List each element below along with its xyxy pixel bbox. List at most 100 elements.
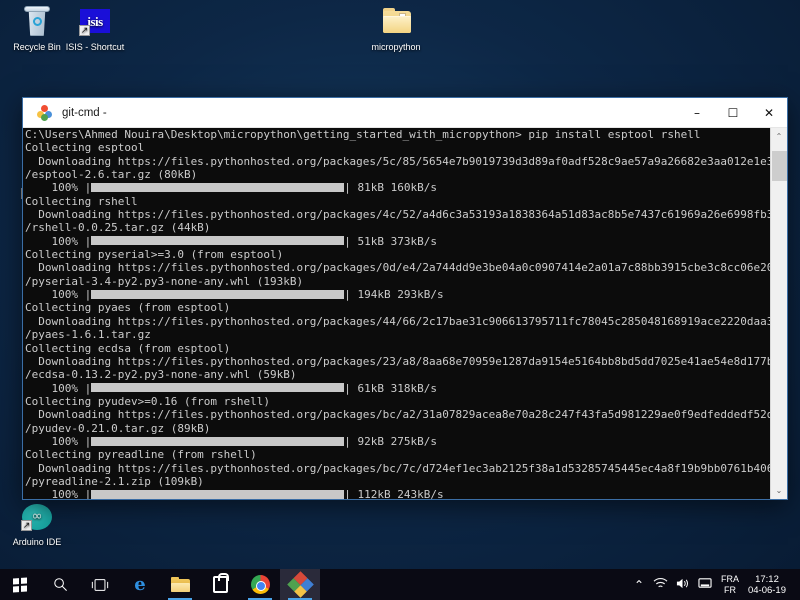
terminal-line: Collecting rshell bbox=[25, 194, 138, 208]
terminal-line: Downloading https://files.pythonhosted.o… bbox=[25, 461, 770, 475]
taskbar: e ⌃ FRA FR 17:12 04-06-19 bbox=[0, 569, 800, 600]
scrollbar-thumb[interactable] bbox=[771, 151, 787, 181]
recycle-bin-icon bbox=[20, 5, 54, 39]
progress-bar-fill bbox=[91, 236, 345, 246]
terminal-line: C:\Users\Ahmed Nouira\Desktop\micropytho… bbox=[25, 128, 701, 141]
tray-overflow-icon[interactable]: ⌃ bbox=[628, 578, 650, 592]
terminal-line: Collecting esptool bbox=[25, 141, 145, 155]
progress-percent-label: 100% | bbox=[25, 234, 92, 248]
scroll-down-arrow-icon[interactable]: ⌄ bbox=[770, 482, 787, 499]
clock[interactable]: 17:12 04-06-19 bbox=[748, 574, 792, 596]
terminal-line: Collecting pyudev>=0.16 (from rshell) bbox=[25, 394, 271, 408]
terminal-line: /ecdsa-0.13.2-py2.py3-none-any.whl (59kB… bbox=[25, 368, 297, 382]
shortcut-arrow-icon: ↗ bbox=[79, 25, 90, 36]
folder-icon bbox=[379, 5, 413, 39]
terminal-progress-line: 100% | | 81kB 160kB/s bbox=[25, 181, 770, 194]
windows-logo-icon bbox=[13, 577, 27, 592]
progress-bar-fill bbox=[91, 183, 345, 193]
terminal-line: /esptool-2.6.tar.gz (80kB) bbox=[25, 168, 198, 182]
terminal-line: Collecting pyaes (from esptool) bbox=[25, 301, 231, 315]
progress-bar-fill bbox=[91, 489, 345, 499]
terminal-area: C:\Users\Ahmed Nouira\Desktop\micropytho… bbox=[23, 128, 787, 499]
chrome-icon bbox=[250, 575, 270, 594]
terminal-progress-line: 100% | | 61kB 318kB/s bbox=[25, 382, 770, 395]
store-bag-icon bbox=[212, 573, 229, 593]
progress-bar-fill bbox=[91, 289, 345, 299]
progress-speed-label: | 194kB 293kB/s bbox=[344, 288, 444, 302]
clock-date: 04-06-19 bbox=[747, 584, 786, 596]
search-button[interactable] bbox=[40, 569, 80, 600]
folder-icon bbox=[170, 577, 190, 592]
clock-time: 17:12 bbox=[755, 573, 779, 585]
arduino-icon: ∞ ↗ bbox=[20, 500, 54, 534]
file-explorer-button[interactable] bbox=[160, 569, 200, 600]
git-icon bbox=[37, 104, 53, 121]
language-indicator[interactable]: FRA FR bbox=[716, 574, 748, 596]
terminal-line: Downloading https://files.pythonhosted.o… bbox=[25, 314, 770, 328]
maximize-button[interactable]: ☐ bbox=[715, 98, 751, 128]
window-title-bar[interactable]: git-cmd - – ☐ ✕ bbox=[23, 98, 787, 128]
terminal-line: /pyreadline-2.1.zip (109kB) bbox=[25, 474, 204, 488]
minimize-button[interactable]: – bbox=[679, 98, 715, 128]
edge-button[interactable]: e bbox=[120, 569, 160, 600]
git-cmd-icon bbox=[286, 571, 314, 598]
language-secondary: FR bbox=[723, 584, 736, 595]
terminal-progress-line: 100% | | 112kB 243kB/s bbox=[25, 488, 770, 499]
progress-percent-label: 100% | bbox=[25, 434, 92, 448]
terminal-line: Downloading https://files.pythonhosted.o… bbox=[25, 408, 770, 422]
progress-speed-label: | 61kB 318kB/s bbox=[344, 381, 437, 395]
shortcut-arrow-icon: ↗ bbox=[21, 520, 32, 531]
action-center-icon[interactable] bbox=[694, 577, 716, 593]
window-title: git-cmd - bbox=[62, 106, 107, 119]
search-icon bbox=[53, 578, 67, 591]
volume-icon[interactable] bbox=[672, 577, 694, 593]
terminal-line: Downloading https://files.pythonhosted.o… bbox=[25, 261, 770, 275]
terminal-line: Downloading https://files.pythonhosted.o… bbox=[25, 208, 770, 222]
edge-icon: e bbox=[134, 573, 146, 595]
terminal-line: Collecting pyserial>=3.0 (from esptool) bbox=[25, 248, 284, 262]
terminal-line: Downloading https://files.pythonhosted.o… bbox=[25, 154, 770, 168]
scrollbar-track[interactable] bbox=[770, 145, 787, 482]
terminal-progress-line: 100% | | 51kB 373kB/s bbox=[25, 235, 770, 248]
chrome-button[interactable] bbox=[240, 569, 280, 600]
git-cmd-window[interactable]: git-cmd - – ☐ ✕ C:\Users\Ahmed Nouira\De… bbox=[22, 97, 788, 500]
task-view-button[interactable] bbox=[80, 569, 120, 600]
desktop: ↗ Movi Su claps Movi Suit Recycle Bin is… bbox=[0, 0, 800, 600]
start-button[interactable] bbox=[0, 569, 40, 600]
progress-bar-fill bbox=[91, 436, 345, 446]
terminal-line: /pyserial-3.4-py2.py3-none-any.whl (193k… bbox=[25, 274, 304, 288]
progress-percent-label: 100% | bbox=[25, 181, 92, 195]
desktop-icon-label: ISIS - Shortcut bbox=[65, 42, 125, 52]
terminal-scrollbar[interactable]: ⌃ ⌄ bbox=[770, 128, 787, 499]
git-cmd-taskbar-button[interactable] bbox=[280, 569, 320, 600]
progress-speed-label: | 112kB 243kB/s bbox=[344, 488, 444, 499]
progress-percent-label: 100% | bbox=[25, 381, 92, 395]
desktop-icon-arduino-ide[interactable]: ∞ ↗ Arduino IDE bbox=[0, 500, 74, 548]
desktop-icon-label: micropython bbox=[371, 42, 421, 52]
network-icon[interactable] bbox=[650, 577, 672, 593]
terminal-line: /pyudev-0.21.0.tar.gz (89kB) bbox=[25, 421, 211, 435]
terminal-progress-line: 100% | | 194kB 293kB/s bbox=[25, 288, 770, 301]
terminal-line: Collecting ecdsa (from esptool) bbox=[25, 341, 231, 355]
terminal-output[interactable]: C:\Users\Ahmed Nouira\Desktop\micropytho… bbox=[23, 128, 770, 499]
progress-speed-label: | 81kB 160kB/s bbox=[344, 181, 437, 195]
isis-icon: isis ↗ bbox=[78, 5, 112, 39]
terminal-line: Downloading https://files.pythonhosted.o… bbox=[25, 354, 770, 368]
close-button[interactable]: ✕ bbox=[751, 98, 787, 128]
microsoft-store-button[interactable] bbox=[200, 569, 240, 600]
progress-speed-label: | 92kB 275kB/s bbox=[344, 434, 437, 448]
terminal-progress-line: 100% | | 92kB 275kB/s bbox=[25, 435, 770, 448]
terminal-line: /rshell-0.0.25.tar.gz (44kB) bbox=[25, 221, 211, 235]
progress-speed-label: | 51kB 373kB/s bbox=[344, 234, 437, 248]
progress-bar-fill bbox=[91, 383, 345, 393]
desktop-icon-isis-shortcut[interactable]: isis ↗ ISIS - Shortcut bbox=[58, 5, 132, 53]
desktop-icon-micropython-folder[interactable]: micropython bbox=[359, 5, 433, 53]
task-view-icon bbox=[91, 578, 109, 591]
scroll-up-arrow-icon[interactable]: ⌃ bbox=[770, 128, 787, 145]
progress-percent-label: 100% | bbox=[25, 288, 92, 302]
language-primary: FRA bbox=[720, 573, 739, 584]
terminal-line: /pyaes-1.6.1.tar.gz bbox=[25, 328, 151, 342]
desktop-icon-label: Arduino IDE bbox=[12, 537, 62, 547]
terminal-line: Collecting pyreadline (from rshell) bbox=[25, 448, 257, 462]
system-tray: ⌃ FRA FR 17:12 04-06-19 bbox=[628, 569, 800, 600]
